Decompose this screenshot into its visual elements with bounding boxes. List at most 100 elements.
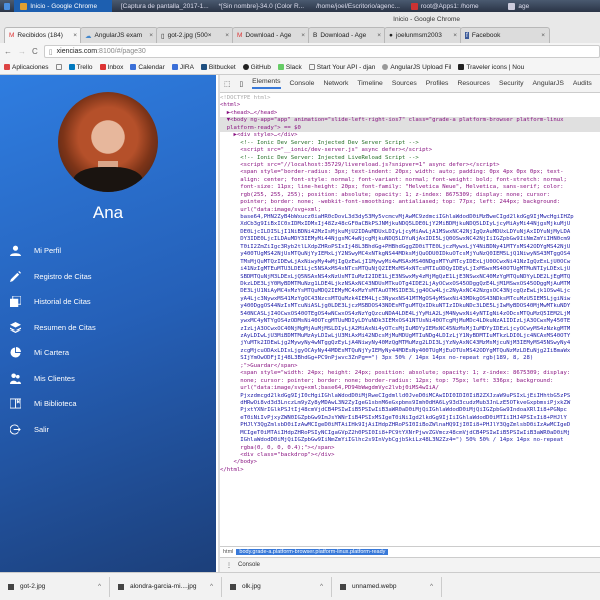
dom-node-line[interactable]: y400DggOS44NzIsMTcuNiASLjg0LDE3LjczMSBDO… [220, 303, 600, 310]
dom-node-line[interactable]: 540NCASLjI4OCwxOS40OTEgOS4wNCwxOS4zNzYgQ… [220, 311, 600, 318]
tab-profiles[interactable]: Profiles [426, 80, 449, 87]
taskbar-item-chrome[interactable]: Inicio - Google Chrome [14, 0, 112, 12]
menu-item-mi-cartera[interactable]: Mi Cartera [10, 340, 96, 366]
dom-node-line[interactable]: DkzLDE3LjY0MyBDMTMuNzg1LDE4LjkzNSAxNC43N… [220, 281, 600, 288]
download-item[interactable]: olk.jpg ^ [222, 576, 332, 597]
dom-node-line[interactable]: SIjYmOwODFjIj48L3BhdGg+PC9nPjwvc3ZnPg=="… [220, 355, 600, 362]
dom-node-line[interactable]: align: center; font-style: normal; font-… [220, 177, 600, 184]
close-tab-icon[interactable]: × [453, 32, 457, 39]
menu-item-salir[interactable]: Salir [10, 417, 96, 443]
tab-resources[interactable]: Resources [457, 80, 490, 87]
dom-node-line[interactable]: ▶<head>…</head> [220, 110, 600, 117]
dom-node-line[interactable]: url("data:image/svg+xml;base64,PD94bWwgd… [220, 385, 600, 392]
dom-node-line[interactable]: <html> [220, 102, 600, 109]
dom-node-line[interactable]: MCIgeT0iMTAiIHdpZHRoPSIyNCIgaGVpZ2h0PSI0… [220, 430, 600, 437]
bookmark-angular-upload[interactable]: AngularJS Upload Fil [382, 64, 451, 71]
tab-security[interactable]: Security [499, 80, 524, 87]
dom-node-line[interactable]: PjxtYXNrIGlkPSJtIj48cmVjdCB4PSIwIiB5PSIw… [220, 407, 600, 414]
dom-node-line[interactable]: ▶<div style>…</div> [220, 132, 600, 139]
dom-node-line[interactable]: platform-ready"> == $0 [220, 124, 600, 133]
close-tab-icon[interactable]: × [301, 32, 305, 39]
start-menu-icon[interactable] [4, 2, 11, 10]
dom-node-line[interactable]: y400TUgMS42NjUsMTQuNjYyIEMxLjY2NSwyMC4xN… [220, 251, 600, 258]
dom-node-line[interactable]: none; cursor: pointer; border: none; bor… [220, 378, 600, 385]
dom-node-line[interactable]: yA4Ljc3NywxMS41MzYgOC43NzcsMTQuMzk4IEM4L… [220, 296, 600, 303]
dom-node-line[interactable]: ywxMC4yNTYgOS4zODMsNi40OTcgMTUuMDIyLDYuN… [220, 318, 600, 325]
bookmark-slack[interactable]: Slack [277, 64, 302, 71]
chevron-up-icon[interactable]: ^ [320, 583, 323, 590]
dom-node-line[interactable]: <!DOCTYPE html> [220, 95, 600, 102]
bookmark-api[interactable]: Start Your API - djan [308, 64, 375, 71]
menu-item-mi-perfil[interactable]: Mi Perfil [10, 238, 96, 264]
tab-facebook[interactable]: f Facebook × [460, 27, 550, 43]
dom-node-line[interactable]: eT0iNiIvPjxyZWN0IGZpbGw9ImJsYWNrIiB4PSIx… [220, 415, 600, 422]
menu-item-historial-de-citas[interactable]: Historial de Citas [10, 289, 96, 315]
dom-node-line[interactable]: rgb(255, 255, 255); position: absolute; … [220, 192, 600, 199]
dom-node-line[interactable]: IGhlaWdodD0iMjQiIGZpbGw9IiNmZmYiIGlhc2s9… [220, 437, 600, 444]
dom-node-line[interactable]: zAyLDIwLjU3MiBDMTMuMzAyLDIwLjU3MiAxMi42N… [220, 333, 600, 340]
dom-node-line[interactable]: ;">Guardar</span> [220, 363, 600, 370]
bookmark-trello[interactable]: Trello [68, 64, 93, 71]
close-tab-icon[interactable]: × [149, 32, 153, 39]
dom-node-line[interactable]: rgba(0, 0, 0, 0.4);"></span> [220, 445, 600, 452]
chevron-up-icon[interactable]: ^ [98, 583, 101, 590]
address-bar[interactable]: ▯ xiencias.com:8100/#/page30 [43, 45, 600, 58]
breadcrumb-html[interactable]: html [223, 549, 233, 555]
tab-download[interactable]: M Download - Age × [232, 27, 310, 43]
back-icon[interactable]: ← [4, 47, 12, 56]
menu-item-mis-clientes[interactable]: Mis Clientes [10, 366, 96, 392]
bookmark-bitbucket[interactable]: Bitbucket [200, 64, 236, 71]
reload-icon[interactable]: C [32, 47, 38, 56]
bookmark-blank[interactable] [55, 64, 62, 70]
dom-node-line[interactable]: TMsMjQuMTQzIDEwLjAxNiwyMy4wMjIgQzEwLjI1M… [220, 259, 600, 266]
dom-node-line[interactable]: <span style="width: 24px; height: 24px; … [220, 370, 600, 377]
dom-node-line[interactable]: <!-- Ionic Dev Server: Injected Dev Serv… [220, 140, 600, 147]
dom-node-line[interactable]: base64,PHN2ZyB4bWxucz0iaHR0cDovL3d3dy53M… [220, 214, 600, 221]
dom-node-line[interactable]: font-size: 11px; line-height: 20px; font… [220, 184, 600, 191]
more-menu-icon[interactable]: ⋮ [226, 562, 232, 569]
dom-tree[interactable]: <!DOCTYPE html> <html> ▶<head>…</head> ▼<… [220, 93, 600, 474]
tab-console[interactable]: Console [290, 80, 315, 87]
dom-node-line[interactable]: DE0LjcILDI5LjI1NiBDNi42MzIsMjkuMjU2IDAuM… [220, 229, 600, 236]
tab-download[interactable]: B Download - Age × [308, 27, 386, 43]
close-tab-icon[interactable]: × [73, 32, 77, 39]
tab-timeline[interactable]: Timeline [357, 80, 382, 87]
tab-network[interactable]: Network [323, 80, 348, 87]
bookmark-inbox[interactable]: Inbox [99, 64, 123, 71]
taskbar-item[interactable]: age [502, 0, 600, 12]
menu-item-mi-biblioteca[interactable]: Mi Biblioteca [10, 391, 96, 417]
dom-node-line[interactable]: T0iI2ZmZiIgc3Ryb2tlLXdpZHRoPSIxIj48L3Bhd… [220, 244, 600, 251]
drawer-tab-console[interactable]: Console [238, 562, 260, 568]
close-tab-icon[interactable]: × [377, 32, 381, 39]
dom-node-line[interactable]: </body> [220, 459, 600, 466]
dom-node-line[interactable]: zIzLjA3OCwxOC40NjMgMjAuMjMSLDIyLjA2MiAxN… [220, 326, 600, 333]
taskbar-item[interactable]: [Captura de pantalla_2017-1... [112, 0, 210, 12]
tab-elements[interactable]: Elements [252, 78, 281, 89]
bookmark-traveler[interactable]: Traveler icons | Nou [458, 64, 524, 71]
taskbar-item[interactable]: *[Sin nombre]-34.0 (Color R... [210, 0, 308, 12]
dom-node-line[interactable]: DY3IDE0LjcILDAuMDY3IEMyMi44NjgsMC4wNjcgM… [220, 236, 600, 243]
dom-node-line[interactable]: dHRwOi8vd3d3LnczLm9yZy8yMDAwL3N2ZyIgeG1s… [220, 400, 600, 407]
chevron-up-icon[interactable]: ^ [430, 583, 433, 590]
tab-angularjs[interactable]: AngularJS [533, 80, 564, 87]
dom-node-line[interactable]: ▼<body ng-app="app" animation="slide-lef… [220, 117, 600, 125]
menu-item-resumen-de-citas[interactable]: Resumen de Citas [10, 315, 96, 341]
tab-audits[interactable]: Audits [573, 80, 592, 87]
menu-item-registro-de-citas[interactable]: Registro de Citas [10, 264, 96, 290]
dom-node-line[interactable]: XdCb3g9IiBxIC0xIDMxIDMxIj48Zz48cGF0aCBkP… [220, 221, 600, 228]
dom-node-line[interactable]: <span style="border-radius: 3px; text-in… [220, 169, 600, 176]
taskbar-item[interactable]: /home/joel/Escritorio/agenc... [307, 0, 405, 12]
dom-node-line[interactable]: zcgMjcuODAxLDIxLjgyOCAyNy44MDEsMTQuNjYyI… [220, 348, 600, 355]
bookmark-apps[interactable]: Aplicaciones [4, 64, 49, 71]
tab-gmail[interactable]: M Recibidos (184) × [4, 27, 82, 43]
dom-node-line[interactable]: DE3LjU1NiAyMC4xMzYsMTQuMDQ2IEMyMC4xMzYsM… [220, 288, 600, 295]
dom-node-line[interactable]: <div class="backdrop"></div> [220, 452, 600, 459]
dom-node-line[interactable]: </html> [220, 467, 600, 474]
dom-node-line[interactable]: i41NzIgMTEuMTU3LDE1Ljc5NSAxMS4xNTcsMTQuN… [220, 266, 600, 273]
dom-node-line[interactable]: <script src="__ionic/dev-server.js" asyn… [220, 147, 600, 154]
tab-image[interactable]: ▯ got-2.jpg (500× × [156, 27, 234, 43]
close-tab-icon[interactable]: × [541, 32, 545, 39]
bookmark-github[interactable]: GitHub [242, 64, 271, 71]
dom-node-line[interactable]: <!-- Ionic Dev Server: Injected LiveRelo… [220, 155, 600, 162]
breadcrumb-body[interactable]: body.grade-a.platform-browser.platform-l… [236, 549, 389, 555]
